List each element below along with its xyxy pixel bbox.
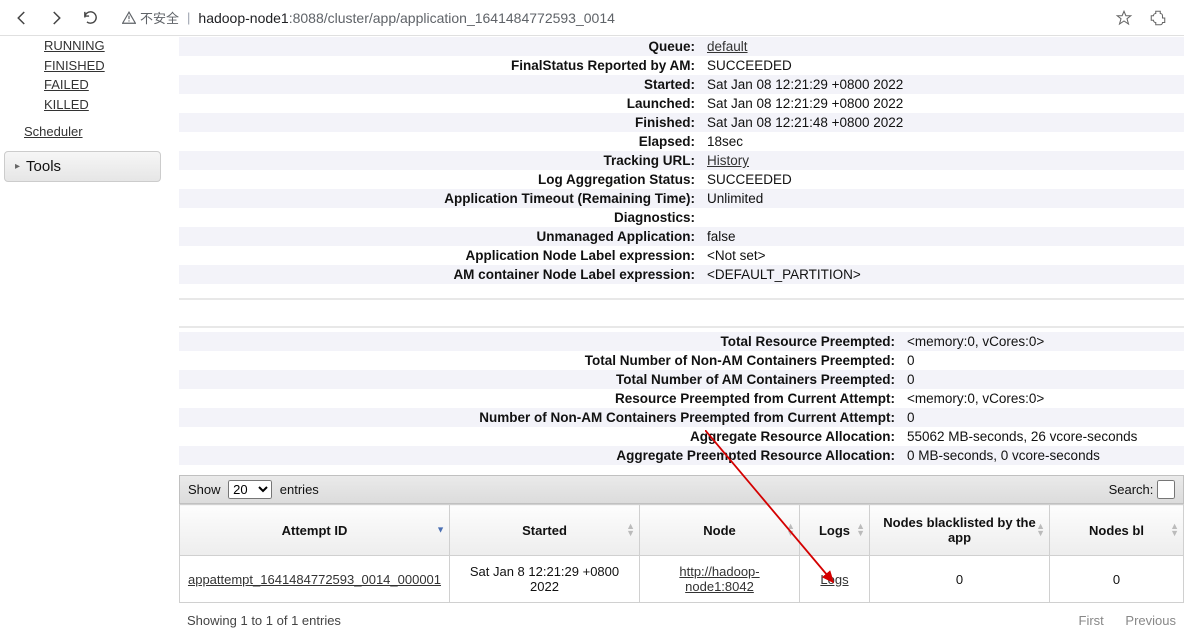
field-label: Finished: — [179, 113, 699, 132]
search-input[interactable] — [1157, 480, 1175, 499]
datatable-controls: Show 102050100 entries Search: — [179, 475, 1184, 504]
pager-previous[interactable]: Previous — [1125, 613, 1176, 628]
sidebar-link-failed[interactable]: FAILED — [44, 75, 161, 95]
insecure-indicator: 不安全 — [122, 8, 179, 27]
field-label: Total Number of Non-AM Containers Preemp… — [179, 351, 899, 370]
showing-info: Showing 1 to 1 of 1 entries — [187, 613, 341, 628]
field-value: 18sec — [699, 132, 1184, 151]
attempt-logs-link[interactable]: Logs — [800, 556, 870, 603]
attempt-id-link[interactable]: appattempt_1641484772593_0014_000001 — [180, 556, 450, 603]
field-value[interactable]: default — [699, 37, 1184, 57]
section-divider — [179, 298, 1184, 328]
entries-label: entries — [280, 482, 319, 497]
tools-label: Tools — [26, 158, 61, 175]
show-label: Show — [188, 482, 221, 497]
table-row: appattempt_1641484772593_0014_000001Sat … — [180, 556, 1184, 603]
browser-toolbar: 不安全 | hadoop-node1:8088/cluster/app/appl… — [0, 0, 1184, 36]
field-label: Queue: — [179, 37, 699, 57]
forward-button[interactable] — [42, 4, 70, 32]
field-label: Started: — [179, 75, 699, 94]
sidebar-link-running[interactable]: RUNNING — [44, 36, 161, 56]
page-size-select[interactable]: 102050100 — [228, 480, 272, 499]
field-value: <Not set> — [699, 246, 1184, 265]
attempt-node-link[interactable]: http://hadoop-node1:8042 — [640, 556, 800, 603]
field-label: Number of Non-AM Containers Preempted fr… — [179, 408, 899, 427]
sidebar-link-killed[interactable]: KILLED — [44, 95, 161, 115]
field-label: Launched: — [179, 94, 699, 113]
field-value: 0 MB-seconds, 0 vcore-seconds — [899, 446, 1184, 465]
field-value: SUCCEEDED — [699, 170, 1184, 189]
url-text: hadoop-node1:8088/cluster/app/applicatio… — [198, 10, 614, 26]
field-value: 0 — [899, 408, 1184, 427]
field-label: Aggregate Resource Allocation: — [179, 427, 899, 446]
search-label: Search: — [1109, 482, 1154, 497]
favorite-button[interactable] — [1110, 4, 1138, 32]
warning-icon — [122, 11, 136, 25]
attempt-started: Sat Jan 8 12:21:29 +0800 2022 — [450, 556, 640, 603]
back-button[interactable] — [8, 4, 36, 32]
attempt-blacklist-sys: 0 — [1050, 556, 1184, 603]
field-label: Application Timeout (Remaining Time): — [179, 189, 699, 208]
field-label: Application Node Label expression: — [179, 246, 699, 265]
address-bar[interactable]: 不安全 | hadoop-node1:8088/cluster/app/appl… — [110, 8, 1104, 27]
field-label: Log Aggregation Status: — [179, 170, 699, 189]
insecure-label: 不安全 — [140, 8, 179, 27]
field-label: Total Resource Preempted: — [179, 332, 899, 351]
field-value: SUCCEEDED — [699, 56, 1184, 75]
field-value: <DEFAULT_PARTITION> — [699, 265, 1184, 284]
field-label: Unmanaged Application: — [179, 227, 699, 246]
field-value: 0 — [899, 370, 1184, 389]
field-label: AM container Node Label expression: — [179, 265, 699, 284]
reload-button[interactable] — [76, 4, 104, 32]
attempt-blacklist-app: 0 — [870, 556, 1050, 603]
field-label: Tracking URL: — [179, 151, 699, 170]
field-label: Total Number of AM Containers Preempted: — [179, 370, 899, 389]
preemption-info-table: Total Resource Preempted:<memory:0, vCor… — [179, 332, 1184, 465]
content-area: Queue:defaultFinalStatus Reported by AM:… — [165, 36, 1184, 632]
field-value: <memory:0, vCores:0> — [899, 389, 1184, 408]
pager-first[interactable]: First — [1079, 613, 1104, 628]
field-value: 0 — [899, 351, 1184, 370]
field-label: Aggregate Preempted Resource Allocation: — [179, 446, 899, 465]
app-info-table: Queue:defaultFinalStatus Reported by AM:… — [179, 36, 1184, 284]
field-label: Diagnostics: — [179, 208, 699, 227]
field-value[interactable]: History — [699, 151, 1184, 170]
column-header[interactable]: Nodes blacklisted by the app▲▼ — [870, 505, 1050, 556]
field-value: Sat Jan 08 12:21:48 +0800 2022 — [699, 113, 1184, 132]
field-value: false — [699, 227, 1184, 246]
address-separator: | — [187, 10, 190, 25]
column-header[interactable]: Logs▲▼ — [800, 505, 870, 556]
field-value: Unlimited — [699, 189, 1184, 208]
collapse-icon: ▸ — [15, 161, 20, 172]
attempts-table: Attempt ID▼Started▲▼Node▲▼Logs▲▼Nodes bl… — [179, 504, 1184, 603]
field-value: Sat Jan 08 12:21:29 +0800 2022 — [699, 75, 1184, 94]
field-label: FinalStatus Reported by AM: — [179, 56, 699, 75]
column-header[interactable]: Nodes bl▲▼ — [1050, 505, 1184, 556]
scheduler-link[interactable]: Scheduler — [24, 124, 161, 139]
datatable-footer: Showing 1 to 1 of 1 entries First Previo… — [179, 603, 1184, 632]
field-label: Resource Preempted from Current Attempt: — [179, 389, 899, 408]
sidebar-link-finished[interactable]: FINISHED — [44, 56, 161, 76]
sidebar: RUNNINGFINISHEDFAILEDKILLED Scheduler ▸ … — [0, 36, 165, 632]
column-header[interactable]: Attempt ID▼ — [180, 505, 450, 556]
field-label: Elapsed: — [179, 132, 699, 151]
column-header[interactable]: Started▲▼ — [450, 505, 640, 556]
field-value — [699, 208, 1184, 227]
field-value: Sat Jan 08 12:21:29 +0800 2022 — [699, 94, 1184, 113]
field-value: 55062 MB-seconds, 26 vcore-seconds — [899, 427, 1184, 446]
extensions-button[interactable] — [1144, 4, 1172, 32]
tools-accordion-header[interactable]: ▸ Tools — [4, 151, 161, 182]
column-header[interactable]: Node▲▼ — [640, 505, 800, 556]
field-value: <memory:0, vCores:0> — [899, 332, 1184, 351]
